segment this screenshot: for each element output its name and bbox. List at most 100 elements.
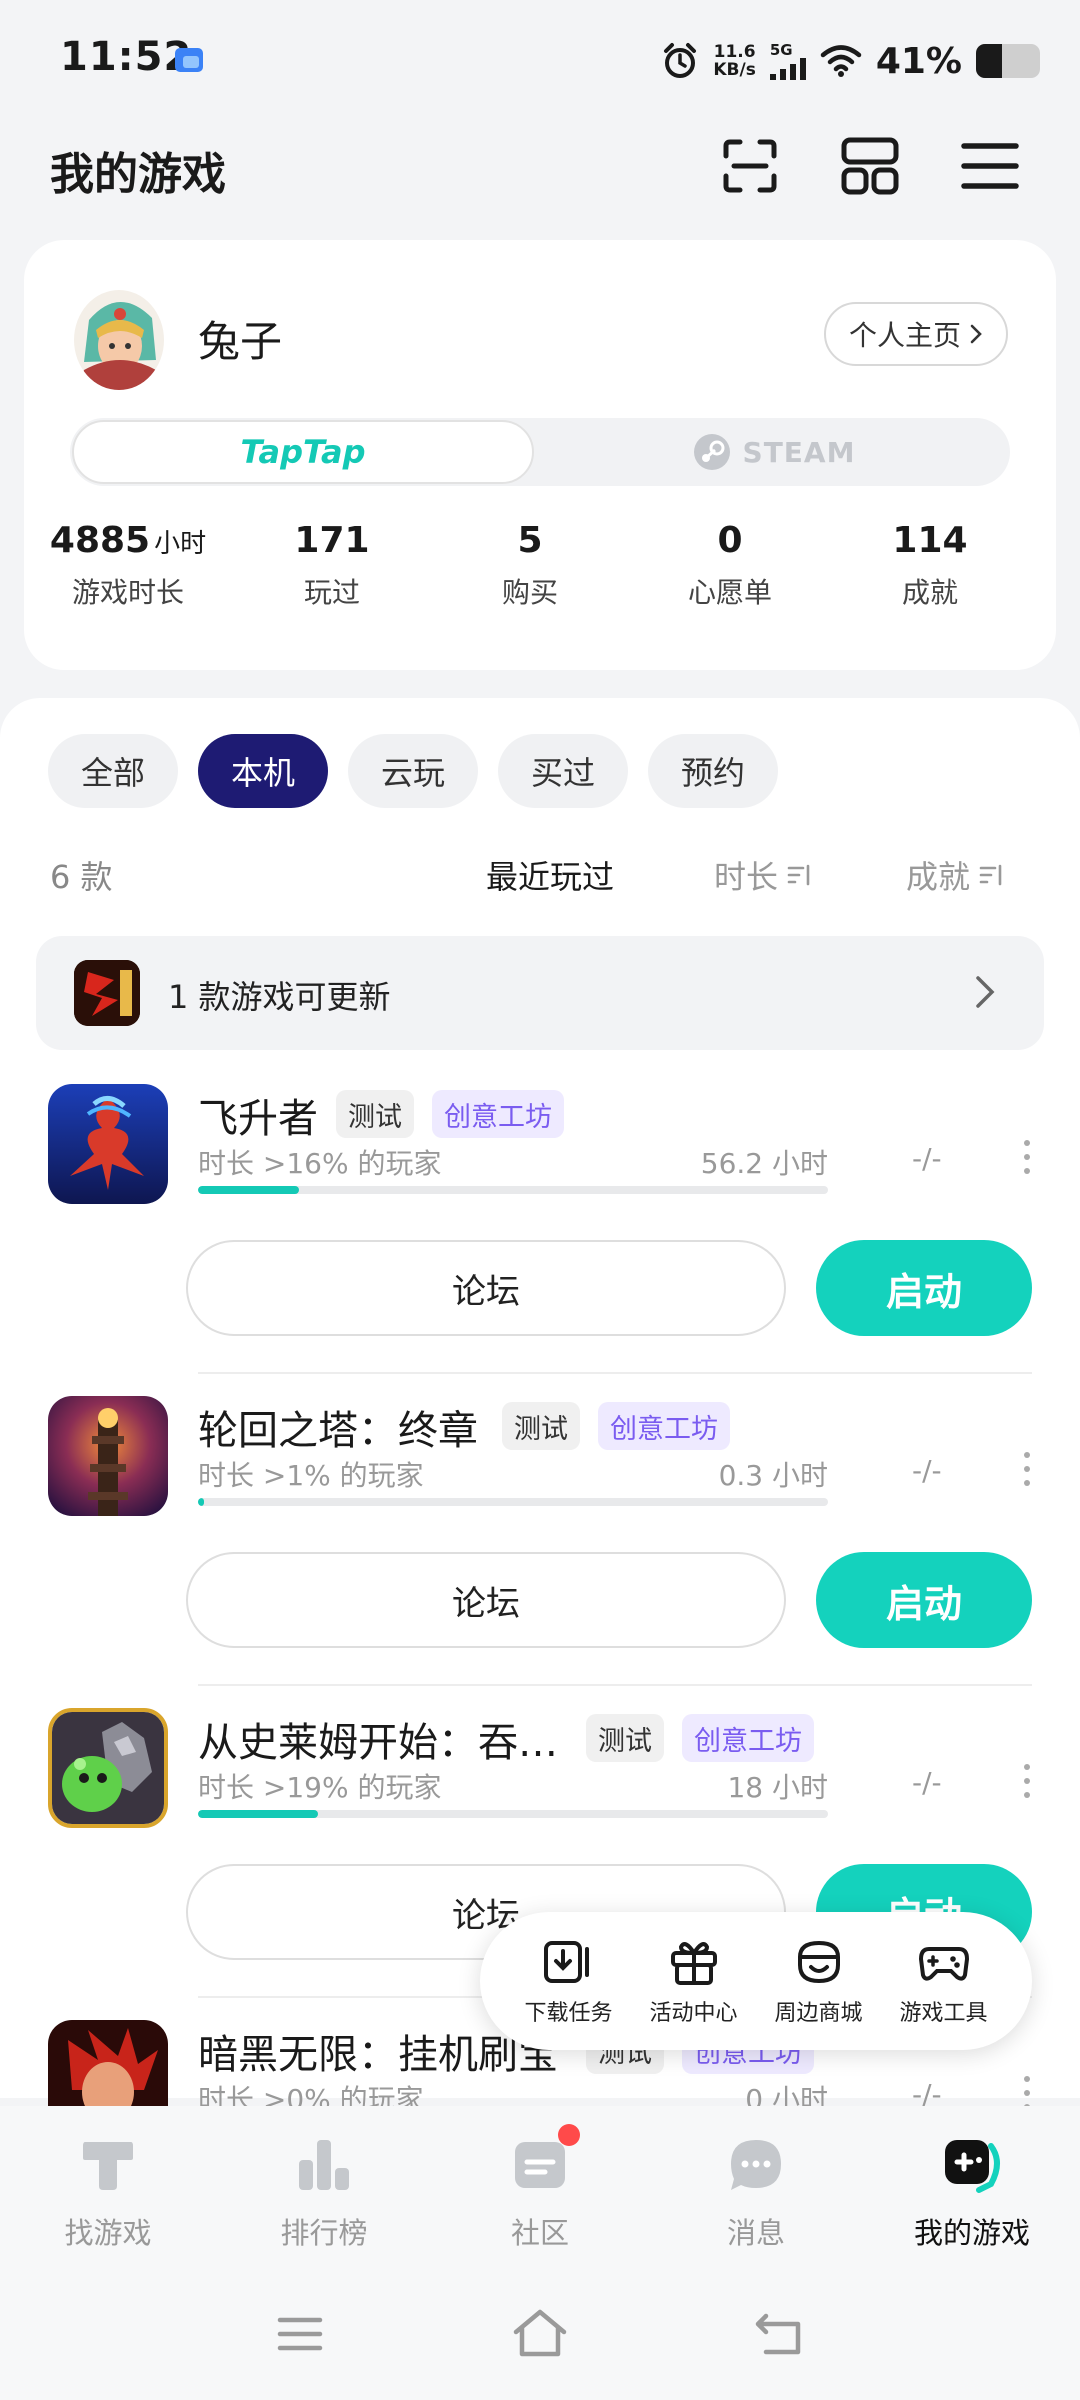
merch-store-button[interactable]: 周边商城 bbox=[759, 1935, 879, 2027]
steam-label: STEAM bbox=[742, 435, 856, 469]
game-icon bbox=[48, 1084, 168, 1204]
homepage-label: 个人主页 bbox=[848, 319, 961, 352]
grid-layout-icon[interactable] bbox=[836, 132, 904, 200]
progress-fill bbox=[198, 1186, 299, 1194]
platform-tab-steam[interactable]: STEAM bbox=[540, 420, 1008, 484]
sort-label: 最近玩过 bbox=[486, 858, 615, 896]
nav-label: 消息 bbox=[726, 2216, 785, 2250]
playtime-percentile: 时长 >0% 的玩家 bbox=[198, 2083, 424, 2106]
tag-test: 测试 bbox=[336, 1090, 414, 1138]
battery-icon bbox=[976, 44, 1040, 78]
gamepad-tool-icon bbox=[918, 1947, 969, 1981]
signal-bars-icon bbox=[769, 57, 806, 80]
game-item[interactable]: 飞升者 测试 创意工坊 时长 >16% 的玩家 56.2 小时 -/- 论坛 启… bbox=[0, 1062, 1080, 1374]
game-name: 从史莱姆开始：吞… bbox=[198, 1720, 558, 1766]
stat-value: 0 bbox=[717, 520, 743, 561]
store-icon bbox=[797, 1940, 840, 1984]
nav-label: 排行榜 bbox=[280, 2216, 368, 2250]
float-label: 下载任务 bbox=[524, 2001, 613, 2026]
stat-value: 5 bbox=[517, 520, 543, 561]
message-icon bbox=[731, 2140, 781, 2190]
playtime-hours: 0.3 小时 bbox=[718, 1459, 828, 1492]
back-icon[interactable] bbox=[754, 2310, 806, 2358]
activity-center-button[interactable]: 活动中心 bbox=[634, 1935, 754, 2027]
username: 兔子 bbox=[198, 317, 283, 366]
gamepad-icon bbox=[945, 2140, 1000, 2193]
stat-playtime[interactable]: 4885 小时 游戏时长 bbox=[28, 520, 228, 611]
stat-wishlist[interactable]: 0 心愿单 bbox=[630, 520, 830, 611]
launch-button[interactable]: 启动 bbox=[816, 1552, 1032, 1648]
nav-my-games[interactable]: 我的游戏 bbox=[864, 2106, 1080, 2276]
stat-label: 玩过 bbox=[303, 576, 360, 609]
more-options-icon[interactable] bbox=[1022, 1452, 1032, 1492]
stat-achievements[interactable]: 114 成就 bbox=[830, 520, 1030, 611]
tag-workshop: 创意工坊 bbox=[682, 1714, 814, 1762]
float-label: 周边商城 bbox=[774, 2001, 863, 2026]
homepage-button[interactable]: 个人主页 bbox=[824, 302, 1008, 366]
launch-button[interactable]: 启动 bbox=[816, 1240, 1032, 1336]
playtime-percentile: 时长 >16% 的玩家 bbox=[198, 1147, 442, 1180]
stat-label: 购买 bbox=[501, 576, 558, 609]
home-icon[interactable] bbox=[510, 2306, 570, 2360]
stat-unit: 小时 bbox=[154, 529, 207, 559]
more-options-icon[interactable] bbox=[1022, 2076, 1032, 2106]
sort-recent[interactable]: 最近玩过 bbox=[486, 852, 614, 898]
nav-ranking[interactable]: 排行榜 bbox=[216, 2106, 432, 2276]
forum-button[interactable]: 论坛 bbox=[186, 1240, 786, 1336]
playtime-progress bbox=[198, 1498, 828, 1506]
sort-icon bbox=[787, 864, 810, 886]
net-type: 5G bbox=[769, 40, 793, 59]
achievement-progress: -/- bbox=[912, 1766, 942, 1799]
cell-signal: 5G bbox=[769, 40, 806, 80]
status-bar: 11:52 11.6 KB/s 5G 41% bbox=[0, 0, 1080, 120]
scan-icon[interactable] bbox=[716, 132, 784, 200]
game-tools-button[interactable]: 游戏工具 bbox=[884, 1935, 1004, 2027]
game-icon bbox=[48, 2020, 168, 2106]
stat-played[interactable]: 171 玩过 bbox=[232, 520, 432, 611]
avatar[interactable] bbox=[74, 290, 164, 390]
download-tasks-button[interactable]: 下载任务 bbox=[509, 1935, 629, 2027]
sort-achievement[interactable]: 成就 bbox=[906, 852, 1004, 898]
filter-bought[interactable]: 买过 bbox=[498, 734, 628, 808]
battery-percent: 41% bbox=[875, 40, 962, 82]
game-icon bbox=[48, 1708, 168, 1828]
chevron-right-icon bbox=[976, 976, 995, 1008]
taptap-logo-text: TapTap bbox=[240, 433, 366, 471]
update-text: 1 款游戏可更新 bbox=[168, 978, 391, 1016]
nav-label: 社区 bbox=[510, 2216, 569, 2250]
nav-find-games[interactable]: 找游戏 bbox=[0, 2106, 216, 2276]
sort-duration[interactable]: 时长 bbox=[714, 852, 812, 898]
stat-label: 游戏时长 bbox=[71, 576, 184, 609]
recent-apps-icon[interactable] bbox=[276, 2312, 324, 2356]
net-speed-value: 11.6 bbox=[713, 42, 756, 62]
filter-reserved[interactable]: 预约 bbox=[648, 734, 778, 808]
game-item[interactable]: 轮回之塔：终章 测试 创意工坊 时长 >1% 的玩家 0.3 小时 -/- 论坛… bbox=[0, 1374, 1080, 1686]
tag-workshop: 创意工坊 bbox=[432, 1090, 564, 1138]
achievement-progress: -/- bbox=[912, 1142, 942, 1175]
tag-workshop: 创意工坊 bbox=[598, 1402, 730, 1450]
game-count: 6 款 bbox=[50, 858, 113, 896]
nav-messages[interactable]: 消息 bbox=[648, 2106, 864, 2276]
progress-fill bbox=[198, 1810, 318, 1818]
game-name: 轮回之塔：终章 bbox=[198, 1408, 478, 1454]
stat-purchased[interactable]: 5 购买 bbox=[430, 520, 630, 611]
stat-value: 4885 bbox=[49, 520, 151, 561]
menu-icon[interactable] bbox=[956, 132, 1024, 200]
more-options-icon[interactable] bbox=[1022, 1140, 1032, 1180]
filter-cloud[interactable]: 云玩 bbox=[348, 734, 478, 808]
platform-tab-taptap[interactable]: TapTap bbox=[72, 420, 534, 484]
taptap-logo-icon bbox=[83, 2142, 133, 2190]
filter-local[interactable]: 本机 bbox=[198, 734, 328, 808]
chat-notification-icon bbox=[175, 48, 203, 72]
nav-community[interactable]: 社区 bbox=[432, 2106, 648, 2276]
playtime-hours: 0 小时 bbox=[745, 2083, 828, 2106]
more-options-icon[interactable] bbox=[1022, 1764, 1032, 1804]
chevron-right-icon bbox=[970, 324, 982, 344]
update-banner[interactable]: 1 款游戏可更新 bbox=[36, 936, 1044, 1050]
page-title: 我的游戏 bbox=[50, 149, 226, 200]
wifi-icon bbox=[820, 45, 862, 77]
filter-all[interactable]: 全部 bbox=[48, 734, 178, 808]
playtime-hours: 56.2 小时 bbox=[700, 1147, 828, 1180]
float-label: 活动中心 bbox=[649, 2001, 738, 2026]
forum-button[interactable]: 论坛 bbox=[186, 1552, 786, 1648]
